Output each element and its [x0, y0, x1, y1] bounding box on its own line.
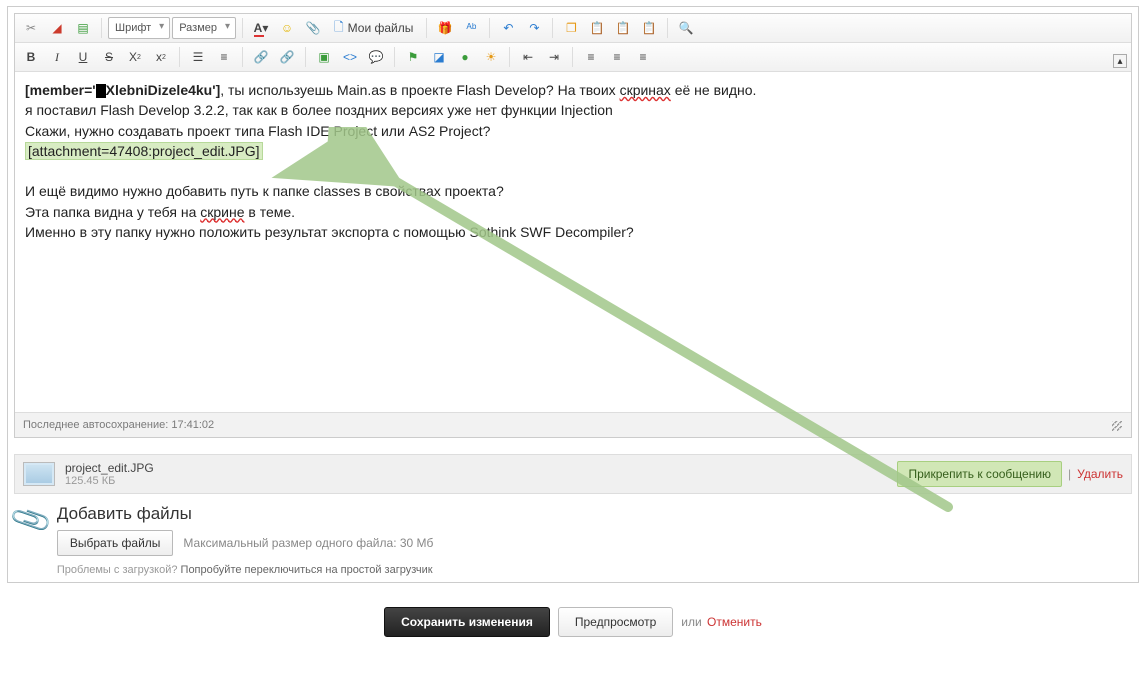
subscript-icon[interactable]: X2 — [123, 46, 147, 68]
separator — [305, 47, 306, 67]
simple-uploader-link[interactable]: Попробуйте переключиться на простой загр… — [181, 564, 433, 576]
choose-files-button[interactable]: Выбрать файлы — [57, 530, 174, 556]
or-cancel: или Отменить — [681, 615, 762, 629]
switch-icon[interactable]: ▤ — [71, 17, 95, 39]
separator — [242, 18, 243, 38]
bullet-list-icon[interactable]: ☰ — [186, 46, 210, 68]
separator — [242, 47, 243, 67]
separator — [509, 47, 510, 67]
paste-word-icon[interactable]: 📋 — [637, 17, 661, 39]
superscript-icon[interactable]: x2 — [149, 46, 173, 68]
italic-icon[interactable]: I — [45, 46, 69, 68]
align-right-icon[interactable]: ≡ — [631, 46, 655, 68]
max-size-hint: Максимальный размер одного файла: 30 Мб — [183, 536, 433, 550]
underline-icon[interactable]: U — [71, 46, 95, 68]
bold-icon[interactable]: B — [19, 46, 43, 68]
upload-body: Добавить файлы Выбрать файлы Максимальны… — [57, 504, 434, 576]
spelling-error: скринах — [620, 82, 671, 98]
font-family-select[interactable]: Шрифт — [108, 17, 170, 39]
editor-textarea[interactable]: [member='XlebniDizele4ku'], ты используе… — [15, 72, 1131, 412]
text: [member=' — [25, 82, 96, 98]
search-icon[interactable]: 🔍 — [674, 17, 698, 39]
toolbar-row-1: ✂ ◢ ▤ Шрифт Размер A▾ ☺ 📎 🗋Мои файлы 🎁 ᴬ… — [15, 14, 1131, 43]
paste-text-icon[interactable]: 📋 — [611, 17, 635, 39]
emoji-icon[interactable]: ☺ — [275, 17, 299, 39]
file-info: project_edit.JPG 125.45 КБ — [65, 461, 154, 487]
editor-container: ✂ ◢ ▤ Шрифт Размер A▾ ☺ 📎 🗋Мои файлы 🎁 ᴬ… — [7, 6, 1139, 583]
text: , ты используешь Main.as в проекте Flash… — [220, 82, 619, 98]
my-files-button[interactable]: 🗋Мои файлы — [327, 17, 420, 39]
align-left-icon[interactable]: ≡ — [579, 46, 603, 68]
attachment-tag: [attachment=47408:project_edit.JPG] — [25, 142, 263, 160]
undo-icon[interactable]: ↶ — [496, 17, 520, 39]
autosave-label: Последнее автосохранение: 17:41:02 — [23, 419, 214, 431]
link-icon[interactable]: 🔗 — [249, 46, 273, 68]
attach-icon[interactable]: 📎 — [301, 17, 325, 39]
gift-icon[interactable]: 🎁 — [433, 17, 457, 39]
unlink-icon[interactable]: 🔗 — [275, 46, 299, 68]
expand-icon[interactable]: ▴ — [1113, 54, 1127, 68]
redo-icon[interactable]: ↷ — [522, 17, 546, 39]
eraser-icon[interactable]: ◢ — [45, 17, 69, 39]
divider: | — [1068, 467, 1071, 481]
toolbar-row-2: B I U S X2 x2 ☰ ≡ 🔗 🔗 ▣ <> 💬 ⚑ ◪ ● ☀ ⇤ ⇥ — [15, 43, 1131, 72]
number-list-icon[interactable]: ≡ — [212, 46, 236, 68]
rich-text-editor: ✂ ◢ ▤ Шрифт Размер A▾ ☺ 📎 🗋Мои файлы 🎁 ᴬ… — [14, 13, 1132, 438]
font-size-select[interactable]: Размер — [172, 17, 236, 39]
attach-to-message-button[interactable]: Прикрепить к сообщению — [897, 461, 1062, 487]
file-thumbnail-icon — [23, 462, 55, 486]
translate-icon[interactable]: ᴬᵇ — [459, 17, 483, 39]
upload-block: 📎 Добавить файлы Выбрать файлы Максималь… — [14, 504, 1132, 576]
upload-heading: Добавить файлы — [57, 504, 434, 524]
cancel-link[interactable]: Отменить — [707, 615, 762, 629]
text: Эта папка видна у тебя на — [25, 204, 200, 220]
text: Скажи, нужно создавать проект типа Flash… — [25, 121, 1121, 141]
file-actions: Прикрепить к сообщению | Удалить — [897, 461, 1123, 487]
text: Именно в эту папку нужно положить резуль… — [25, 222, 1121, 242]
separator — [179, 47, 180, 67]
text: Проблемы с загрузкой? — [57, 564, 181, 576]
prefs-icon[interactable]: ⚑ — [401, 46, 425, 68]
indent-icon[interactable]: ⇥ — [542, 46, 566, 68]
file-size: 125.45 КБ — [65, 475, 154, 487]
text: я поставил Flash Develop 3.2.2, так как … — [25, 100, 1121, 120]
paperclip-icon: 📎 — [9, 500, 53, 542]
separator — [667, 18, 668, 38]
save-button[interactable]: Сохранить изменения — [384, 607, 550, 637]
text: XlebniDizele4ku' — [106, 82, 216, 98]
paste-icon[interactable]: 📋 — [585, 17, 609, 39]
text-color-icon[interactable]: A▾ — [249, 17, 273, 39]
attached-file-row: project_edit.JPG 125.45 КБ Прикрепить к … — [14, 454, 1132, 494]
sun-icon[interactable]: ☀ — [479, 46, 503, 68]
blackout — [96, 84, 106, 98]
image-icon[interactable]: ▣ — [312, 46, 336, 68]
code-icon[interactable]: <> — [338, 46, 362, 68]
outdent-icon[interactable]: ⇤ — [516, 46, 540, 68]
text: И ещё видимо нужно добавить путь к папке… — [25, 181, 1121, 201]
delete-file-link[interactable]: Удалить — [1077, 467, 1123, 481]
align-center-icon[interactable]: ≡ — [605, 46, 629, 68]
quote-icon[interactable]: 💬 — [364, 46, 388, 68]
cut-icon[interactable]: ✂ — [19, 17, 43, 39]
disc-icon[interactable]: ● — [453, 46, 477, 68]
preview-button[interactable]: Предпросмотр — [558, 607, 673, 637]
separator — [101, 18, 102, 38]
form-actions: Сохранить изменения Предпросмотр или Отм… — [6, 607, 1140, 637]
copy-icon[interactable]: ❐ — [559, 17, 583, 39]
editor-statusbar: Последнее автосохранение: 17:41:02 — [15, 412, 1131, 437]
separator — [394, 47, 395, 67]
resize-handle-icon[interactable] — [1109, 418, 1123, 432]
separator — [552, 18, 553, 38]
file-name: project_edit.JPG — [65, 461, 154, 475]
strike-icon[interactable]: S — [97, 46, 121, 68]
text: в теме. — [245, 204, 296, 220]
upload-subhint: Проблемы с загрузкой? Попробуйте переклю… — [57, 564, 434, 576]
text: или — [681, 615, 701, 629]
spelling-error: скрине — [200, 204, 244, 220]
twitter-icon[interactable]: ◪ — [427, 46, 451, 68]
separator — [489, 18, 490, 38]
separator — [572, 47, 573, 67]
text: её не видно. — [671, 82, 757, 98]
separator — [426, 18, 427, 38]
